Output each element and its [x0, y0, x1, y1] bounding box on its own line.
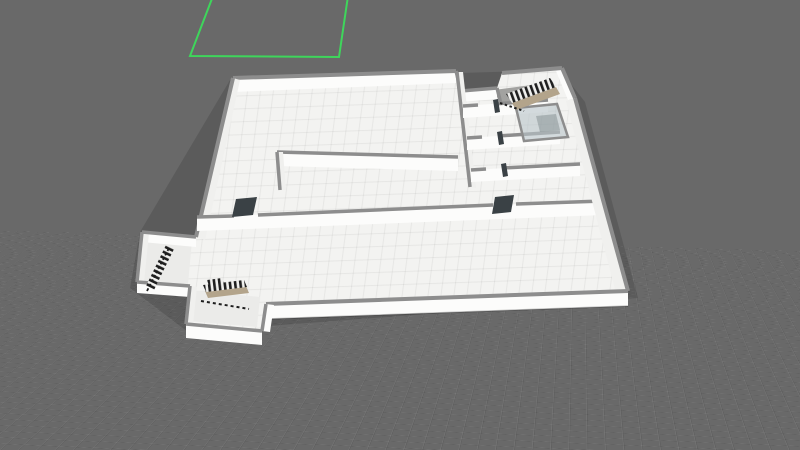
- glass-inner-shade: [536, 114, 560, 132]
- door-corridor-east: [492, 195, 514, 214]
- building-floor-plan-model[interactable]: [130, 68, 638, 345]
- scene-overlay: [0, 0, 800, 450]
- 3d-scene-viewport[interactable]: [0, 0, 800, 450]
- selection-rectangle-wireframe: [190, 0, 348, 57]
